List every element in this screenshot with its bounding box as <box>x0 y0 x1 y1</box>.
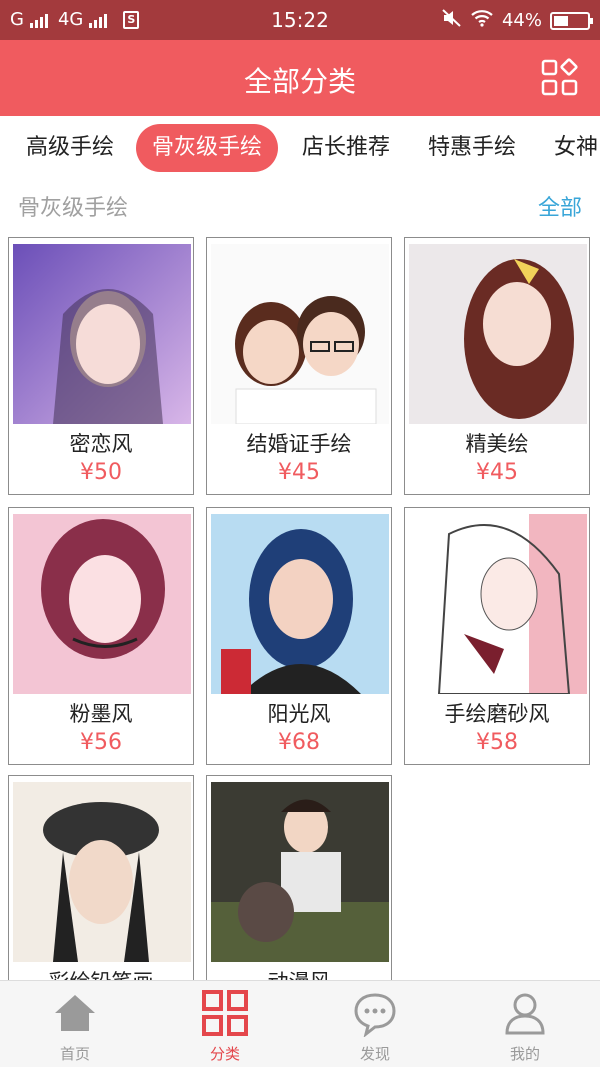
home-icon <box>51 989 99 1037</box>
product-card[interactable]: 密恋风 ¥50 <box>8 237 194 495</box>
wifi-icon <box>470 9 494 32</box>
category-tabs: 高级手绘 骨灰级手绘 店长推荐 特惠手绘 女神 <box>0 116 600 180</box>
status-bar: G 4G S 15:22 44% <box>0 0 600 40</box>
product-card[interactable]: 结婚证手绘 ¥45 <box>206 237 392 495</box>
nav-category-label: 分类 <box>209 1045 240 1063</box>
mute-icon <box>442 9 462 32</box>
product-image <box>13 244 191 424</box>
product-price: ¥68 <box>278 730 320 755</box>
tab-manager-recommend[interactable]: 店长推荐 <box>286 124 406 172</box>
product-price: ¥45 <box>278 460 320 485</box>
page-title: 全部分类 <box>243 65 356 98</box>
nav-discover-label: 发现 <box>359 1045 390 1063</box>
product-price: ¥50 <box>80 460 122 485</box>
bottom-nav: 首页 分类 发现 我的 <box>0 980 600 1067</box>
product-price: ¥56 <box>80 730 122 755</box>
product-image <box>13 514 191 694</box>
section-header: 骨灰级手绘 全部 <box>0 180 600 230</box>
product-card[interactable]: 粉墨风 ¥56 <box>8 507 194 765</box>
product-name: 手绘磨砂风 <box>444 702 550 726</box>
product-image <box>211 514 389 694</box>
section-title: 骨灰级手绘 <box>18 196 129 221</box>
view-all-link[interactable]: 全部 <box>538 190 582 222</box>
nav-category[interactable]: 分类 <box>150 981 300 1068</box>
product-image <box>211 782 389 962</box>
product-card[interactable]: 阳光风 ¥68 <box>206 507 392 765</box>
tab-advanced-drawing[interactable]: 高级手绘 <box>10 124 130 172</box>
tab-special-offer[interactable]: 特惠手绘 <box>412 124 532 172</box>
product-name: 阳光风 <box>267 702 331 726</box>
product-name: 密恋风 <box>69 432 133 456</box>
tab-goddess[interactable]: 女神 <box>538 124 600 172</box>
nav-home-label: 首页 <box>59 1045 90 1063</box>
grid-icon[interactable] <box>540 58 580 98</box>
battery-percent: 44% <box>501 10 542 31</box>
category-grid-icon <box>201 989 249 1037</box>
product-card[interactable]: 手绘磨砂风 ¥58 <box>404 507 590 765</box>
product-image <box>211 244 389 425</box>
product-name: 精美绘 <box>465 432 529 456</box>
product-image <box>13 782 191 962</box>
chat-bubble-icon <box>351 989 399 1038</box>
battery-icon <box>550 11 593 30</box>
tab-master-drawing[interactable]: 骨灰级手绘 <box>136 124 279 172</box>
app-header: 全部分类 <box>0 40 600 116</box>
nav-profile-label: 我的 <box>509 1045 540 1063</box>
user-icon <box>501 989 549 1037</box>
product-name: 粉墨风 <box>69 702 133 726</box>
product-name: 结婚证手绘 <box>246 432 352 456</box>
product-price: ¥45 <box>476 460 518 485</box>
nav-profile[interactable]: 我的 <box>450 981 600 1068</box>
product-image <box>409 244 587 424</box>
product-card[interactable]: 精美绘 ¥45 <box>404 237 590 495</box>
product-image <box>409 514 587 695</box>
nav-discover[interactable]: 发现 <box>300 981 450 1068</box>
nav-home[interactable]: 首页 <box>0 981 150 1068</box>
product-price: ¥58 <box>476 730 518 755</box>
